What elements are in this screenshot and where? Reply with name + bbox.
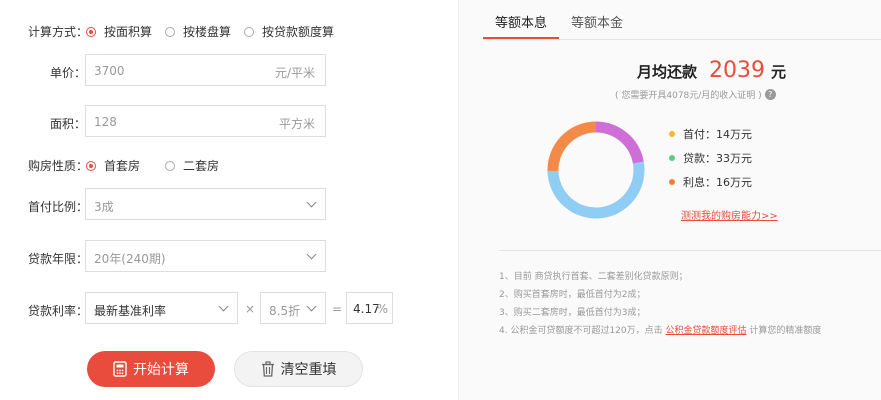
area-unit: 平方米 xyxy=(278,117,315,131)
calculator-form: 计算方式： 按面积算 按楼盘算 按贷款额度算 单价： 3700 元/平米 面积：… xyxy=(0,0,458,400)
tip-item: 1、目前 商贷执行首套、二套差别化贷款原则； xyxy=(499,272,688,282)
radio-second-home[interactable]: 二套房 xyxy=(165,157,219,174)
monthly-payment: 月均还款 2039 元 xyxy=(637,58,786,83)
income-note: ( 您需要开具4078元/月的收入证明 ) ? xyxy=(615,88,776,101)
house-type-label: 购房性质： xyxy=(28,159,89,173)
multiply-sign: × xyxy=(245,302,256,316)
donut-segment-首付 xyxy=(595,121,644,164)
income-note-text: ( 您需要开具4078元/月的收入证明 ) xyxy=(615,91,762,101)
radio-by-loan-amount-label: 按贷款额度算 xyxy=(262,25,335,39)
radio-dot-icon xyxy=(86,26,96,37)
legend-dot-icon xyxy=(669,155,675,161)
donut-segment-利息 xyxy=(547,121,597,172)
down-payment-value: 3成 xyxy=(94,200,114,214)
tip-text: 计算您的精准额度 xyxy=(749,326,822,336)
calc-method-label: 计算方式： xyxy=(28,25,89,39)
rate-percent-sign: % xyxy=(376,302,388,316)
calculator-icon xyxy=(113,361,127,377)
legend-dot-icon xyxy=(669,179,675,185)
legend-down-payment-label: 首付： xyxy=(683,128,716,141)
base-rate-select[interactable]: 最新基准利率 xyxy=(85,292,238,324)
tip-item: 3、购买二套房时，最低首付为3成； xyxy=(499,308,646,318)
tab-equal-principal[interactable]: 等额本金 xyxy=(571,12,623,31)
rate-label: 贷款利率： xyxy=(28,304,89,318)
fund-quota-link[interactable]: 公积金贷款额度评估 xyxy=(666,326,747,336)
repayment-donut-chart xyxy=(547,121,645,219)
area-label: 面积： xyxy=(50,117,87,131)
tips-list: 1、目前 商贷执行首套、二套差别化贷款原则； 2、购买首套房时，最低首付为2成；… xyxy=(499,268,821,340)
loan-years-value: 20年(240期) xyxy=(94,252,166,266)
loan-years-label: 贷款年限： xyxy=(28,252,89,266)
rate-result-input[interactable]: 4.17 % xyxy=(346,292,393,324)
chevron-down-icon xyxy=(306,249,317,260)
legend-loan: 贷款： 33万元 xyxy=(669,150,779,166)
chevron-down-icon xyxy=(306,197,317,208)
legend-interest-value: 16万元 xyxy=(716,176,752,189)
radio-by-project-label: 按楼盘算 xyxy=(183,25,232,39)
down-payment-label: 首付比例： xyxy=(28,200,89,214)
tip-text: 4. 公积金可贷额度不可超过120万，点击 xyxy=(499,326,663,336)
repayment-tabs: 等额本息 等额本金 xyxy=(483,0,881,40)
monthly-payment-unit: 元 xyxy=(771,63,787,81)
divider xyxy=(499,250,881,251)
area-input[interactable]: 128 平方米 xyxy=(85,105,326,137)
unit-price-unit: 元/平米 xyxy=(274,66,315,80)
down-payment-select[interactable]: 3成 xyxy=(85,188,326,220)
loan-years-select[interactable]: 20年(240期) xyxy=(85,240,326,272)
calculate-button[interactable]: 开始计算 xyxy=(87,351,215,387)
calculate-button-label: 开始计算 xyxy=(133,362,189,378)
base-rate-value: 最新基准利率 xyxy=(94,304,167,318)
monthly-payment-label: 月均还款 xyxy=(637,63,698,81)
unit-price-input[interactable]: 3700 元/平米 xyxy=(85,54,326,86)
reset-button[interactable]: 清空重填 xyxy=(234,351,363,387)
active-tab-indicator xyxy=(483,37,559,39)
equals-sign: = xyxy=(332,302,343,316)
tip-item: 4. 公积金可贷额度不可超过120万，点击 公积金贷款额度评估 计算您的精准额度 xyxy=(499,322,821,340)
radio-by-area-label: 按面积算 xyxy=(104,25,153,39)
chevron-down-icon xyxy=(306,301,317,312)
radio-dot-icon xyxy=(244,26,254,37)
trash-icon xyxy=(261,361,274,377)
rate-discount-value: 8.5折 xyxy=(269,304,301,318)
chevron-down-icon xyxy=(218,301,229,312)
donut-segment-贷款 xyxy=(547,161,645,219)
purchase-capacity-link[interactable]: 测测我的购房能力>> xyxy=(681,207,778,222)
radio-first-home[interactable]: 首套房 xyxy=(86,157,140,174)
radio-by-project[interactable]: 按楼盘算 xyxy=(165,23,231,40)
legend-interest-label: 利息： xyxy=(683,176,716,189)
radio-dot-icon xyxy=(165,26,175,37)
legend-down-payment-value: 14万元 xyxy=(716,128,752,141)
legend-loan-value: 33万元 xyxy=(716,152,752,165)
unit-price-label: 单价： xyxy=(50,66,87,80)
reset-button-label: 清空重填 xyxy=(280,362,337,378)
mortgage-calculator: 计算方式： 按面积算 按楼盘算 按贷款额度算 单价： 3700 元/平米 面积：… xyxy=(0,0,881,400)
radio-dot-icon xyxy=(165,160,175,171)
legend-dot-icon xyxy=(669,131,675,137)
radio-first-home-label: 首套房 xyxy=(104,159,141,173)
area-value: 128 xyxy=(94,115,117,129)
result-panel: 等额本息 等额本金 月均还款 2039 元 ( 您需要开具4078元/月的收入证… xyxy=(458,0,881,400)
legend-loan-label: 贷款： xyxy=(683,152,716,165)
legend-down-payment: 首付： 14万元 xyxy=(669,126,779,142)
radio-dot-icon xyxy=(86,160,96,171)
radio-second-home-label: 二套房 xyxy=(183,159,220,173)
monthly-payment-value: 2039 xyxy=(709,58,766,83)
tab-equal-installment[interactable]: 等额本息 xyxy=(495,12,547,31)
tip-item: 2、购买首套房时，最低首付为2成； xyxy=(499,290,646,300)
legend-interest: 利息： 16万元 xyxy=(669,174,779,190)
question-mark-icon[interactable]: ? xyxy=(764,89,776,100)
unit-price-value: 3700 xyxy=(94,64,125,78)
rate-discount-select[interactable]: 8.5折 xyxy=(260,292,326,324)
radio-by-area[interactable]: 按面积算 xyxy=(86,23,152,40)
radio-by-loan-amount[interactable]: 按贷款额度算 xyxy=(244,23,334,40)
